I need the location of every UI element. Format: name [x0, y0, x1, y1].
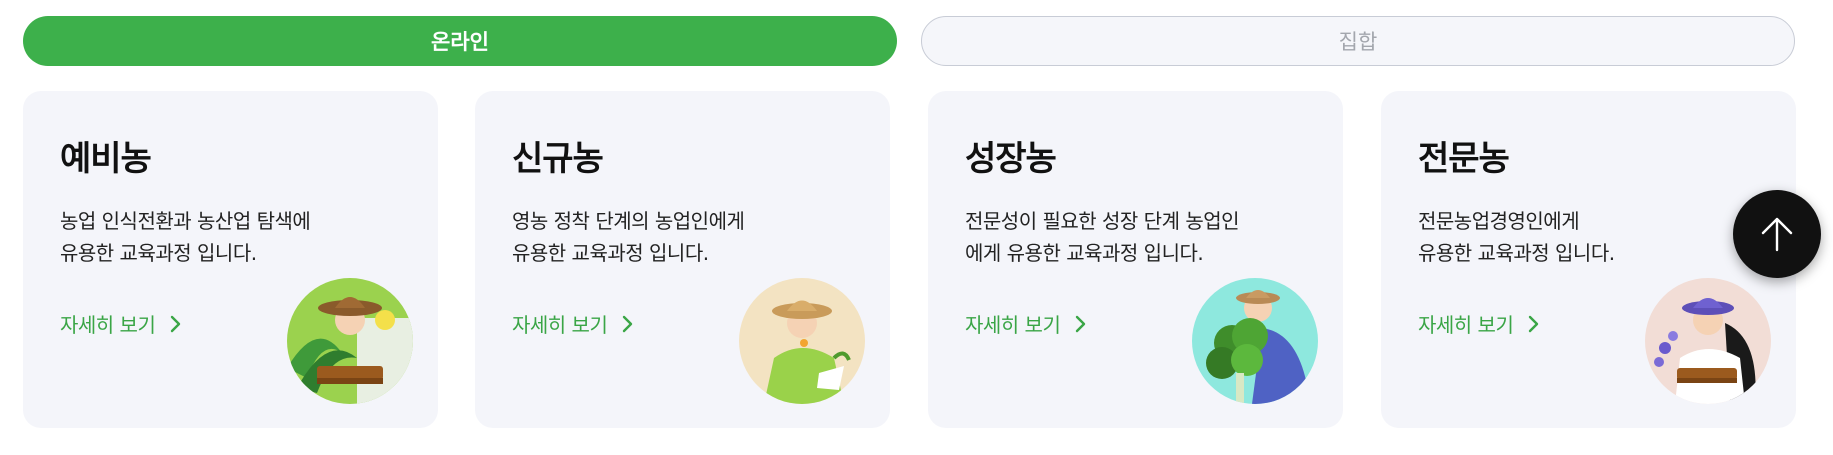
details-link[interactable]: 자세히 보기: [512, 309, 635, 338]
details-link-label: 자세히 보기: [512, 313, 608, 337]
details-link-label: 자세히 보기: [1418, 313, 1514, 337]
details-link[interactable]: 자세히 보기: [1418, 309, 1541, 338]
tab-online[interactable]: 온라인: [23, 16, 897, 66]
card-description-line: 유용한 교육과정 입니다.: [1418, 241, 1615, 265]
card-description-line: 에게 유용한 교육과정 입니다.: [965, 241, 1204, 265]
card-description: 전문성이 필요한 성장 단계 농업인 에게 유용한 교육과정 입니다.: [965, 205, 1305, 269]
card-description: 영농 정착 단계의 농업인에게 유용한 교육과정 입니다.: [512, 205, 852, 269]
course-card-expert: 전문농 전문농업경영인에게 유용한 교육과정 입니다. 자세히 보기: [1381, 91, 1796, 428]
card-description-line: 영농 정착 단계의 농업인에게: [512, 209, 745, 233]
card-description-line: 농업 인식전환과 농산업 탐색에: [60, 209, 311, 233]
card-description: 농업 인식전환과 농산업 탐색에 유용한 교육과정 입니다.: [60, 205, 400, 269]
card-title: 신규농: [512, 139, 604, 179]
chevron-right-icon: [1076, 315, 1086, 332]
scroll-to-top-button[interactable]: [1733, 190, 1821, 278]
card-description-line: 전문농업경영인에게: [1418, 209, 1580, 233]
card-description-line: 유용한 교육과정 입니다.: [60, 241, 257, 265]
card-description-line: 전문성이 필요한 성장 단계 농업인: [965, 209, 1240, 233]
details-link-label: 자세히 보기: [60, 313, 156, 337]
details-link[interactable]: 자세히 보기: [60, 309, 183, 338]
chevron-right-icon: [623, 315, 633, 332]
tab-group[interactable]: 집합: [921, 16, 1795, 66]
tab-bar: 온라인 집합: [23, 16, 1795, 66]
farmer-illustration: [1645, 278, 1771, 404]
card-description-line: 유용한 교육과정 입니다.: [512, 241, 709, 265]
details-link[interactable]: 자세히 보기: [965, 309, 1088, 338]
chevron-right-icon: [1529, 315, 1539, 332]
card-title: 예비농: [60, 139, 152, 179]
arrow-up-icon: [1761, 217, 1793, 252]
course-card-new: 신규농 영농 정착 단계의 농업인에게 유용한 교육과정 입니다. 자세히 보기: [475, 91, 890, 428]
farmer-illustration: [287, 278, 413, 404]
course-card-growth: 성장농 전문성이 필요한 성장 단계 농업인 에게 유용한 교육과정 입니다. …: [928, 91, 1343, 428]
course-card-prospective: 예비농 농업 인식전환과 농산업 탐색에 유용한 교육과정 입니다. 자세히 보…: [23, 91, 438, 428]
card-title: 성장농: [965, 139, 1057, 179]
details-link-label: 자세히 보기: [965, 313, 1061, 337]
card-description: 전문농업경영인에게 유용한 교육과정 입니다.: [1418, 205, 1758, 269]
chevron-right-icon: [171, 315, 181, 332]
page: 온라인 집합 예비농 농업 인식전환과 농산업 탐색에 유용한 교육과정 입니다…: [0, 0, 1833, 455]
farmer-illustration: [1192, 278, 1318, 404]
card-title: 전문농: [1418, 139, 1510, 179]
farmer-illustration: [739, 278, 865, 404]
